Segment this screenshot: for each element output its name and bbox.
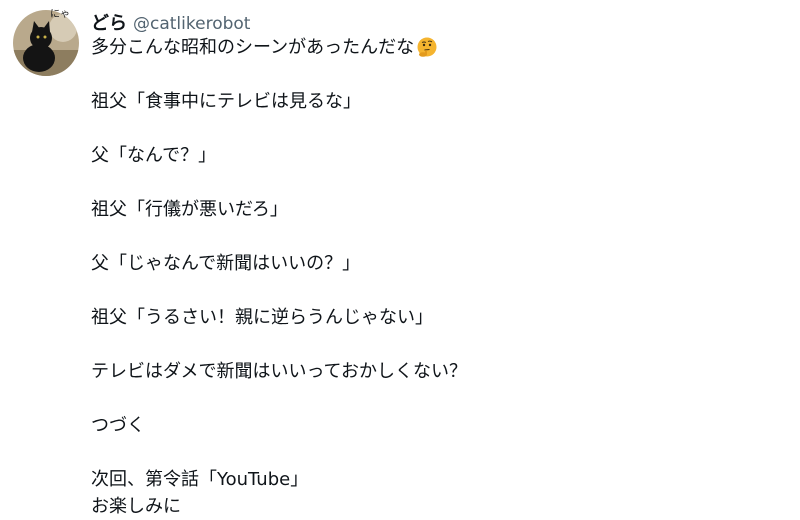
user-handle[interactable]: @catlikerobot xyxy=(133,14,250,34)
tweet-line-3: 父「なんで？」 xyxy=(91,145,217,166)
tweet-line-8: つづく xyxy=(91,415,145,436)
tweet-header: どら @catlikerobot xyxy=(91,9,250,35)
tweet-line-1: 多分こんな昭和のシーンがあったんだな xyxy=(91,34,781,61)
tweet-line-9: 次回、第令話「YouTube」 xyxy=(91,469,309,490)
tweet-line-text: 多分こんな昭和のシーンがあったんだな xyxy=(91,37,415,58)
tweet-line-4: 祖父「行儀が悪いだろ」 xyxy=(91,199,288,220)
display-name[interactable]: どら xyxy=(91,9,127,35)
tweet-line-5: 父「じゃなんで新聞はいいの？」 xyxy=(91,253,361,274)
tweet-line-6: 祖父「うるさい！親に逆らうんじゃない」 xyxy=(91,307,433,328)
thinking-face-emoji-icon xyxy=(417,37,437,57)
tweet-text: 多分こんな昭和のシーンがあったんだな 祖父「食事中にテレビは見るな」 父「なんで… xyxy=(91,34,781,520)
avatar-badge-text: にゃ xyxy=(50,9,70,20)
tweet-line-2: 祖父「食事中にテレビは見るな」 xyxy=(91,91,361,112)
tweet-line-7: テレビはダメで新聞はいいっておかしくない？ xyxy=(91,361,468,382)
tweet-line-10: お楽しみに xyxy=(91,496,181,517)
